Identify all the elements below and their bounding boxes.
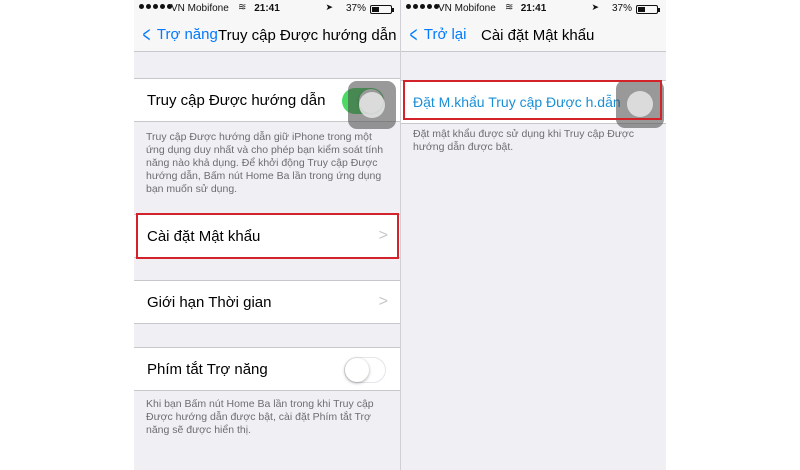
passcode-settings-row[interactable]: Cài đặt Mật khẩu > xyxy=(134,214,400,258)
chevron-left-icon: < xyxy=(409,21,418,47)
set-passcode-description: Đặt mật khẩu được sử dụng khi Truy cập Đ… xyxy=(413,128,635,153)
back-button-label: Trợ năng xyxy=(156,26,218,43)
page-title: Truy cập Được hướng dẫn xyxy=(218,27,397,44)
back-button-label: Trở lại xyxy=(423,26,467,43)
navigation-bar: < Trợ năng Truy cập Được hướng dẫn xyxy=(134,18,400,52)
chevron-right-icon: > xyxy=(378,227,388,244)
status-bar: VN Mobifone ≋ 21:41 ➤ 37% xyxy=(134,0,400,18)
chevron-right-icon: > xyxy=(378,293,388,310)
location-icon: ➤ xyxy=(591,2,599,12)
time-limits-row[interactable]: Giới hạn Thời gian > xyxy=(134,280,400,324)
location-icon: ➤ xyxy=(325,2,333,12)
guided-access-description: Truy cập Được hướng dẫn giữ iPhone trong… xyxy=(146,131,384,195)
assistive-touch-button[interactable] xyxy=(616,80,664,128)
accessibility-shortcut-description: Khi bạn Bấm nút Home Ba lần trong khi Tr… xyxy=(146,398,374,436)
battery-percent: 37% xyxy=(611,3,632,14)
status-bar: VN Mobifone ≋ 21:41 ➤ 37% xyxy=(401,0,666,18)
accessibility-shortcut-toggle[interactable] xyxy=(344,357,386,383)
back-button[interactable]: < Trợ năng xyxy=(140,21,218,47)
page-title: Cài đặt Mật khẩu xyxy=(481,27,595,44)
set-passcode-label: Đặt M.khẩu Truy cập Được h.dẫn xyxy=(413,94,621,110)
toggle-knob xyxy=(345,358,369,382)
back-button[interactable]: < Trở lại xyxy=(407,21,467,47)
time-limits-label: Giới hạn Thời gian xyxy=(147,294,272,311)
guided-access-screen: VN Mobifone ≋ 21:41 ➤ 37% < Trợ năng Tru… xyxy=(134,0,400,470)
guided-access-label: Truy cập Được hướng dẫn xyxy=(147,92,326,109)
battery-icon xyxy=(636,5,660,14)
accessibility-shortcut-row: Phím tắt Trợ năng xyxy=(134,347,400,391)
accessibility-shortcut-label: Phím tắt Trợ năng xyxy=(147,361,268,378)
battery-percent: 37% xyxy=(345,3,366,14)
assistive-touch-button[interactable] xyxy=(348,81,396,129)
chevron-left-icon: < xyxy=(142,21,151,47)
navigation-bar: < Trở lại Cài đặt Mật khẩu xyxy=(401,18,666,52)
passcode-settings-screen: VN Mobifone ≋ 21:41 ➤ 37% < Trở lại Cài … xyxy=(400,0,666,470)
battery-icon xyxy=(370,5,394,14)
passcode-settings-label: Cài đặt Mật khẩu xyxy=(147,228,261,245)
